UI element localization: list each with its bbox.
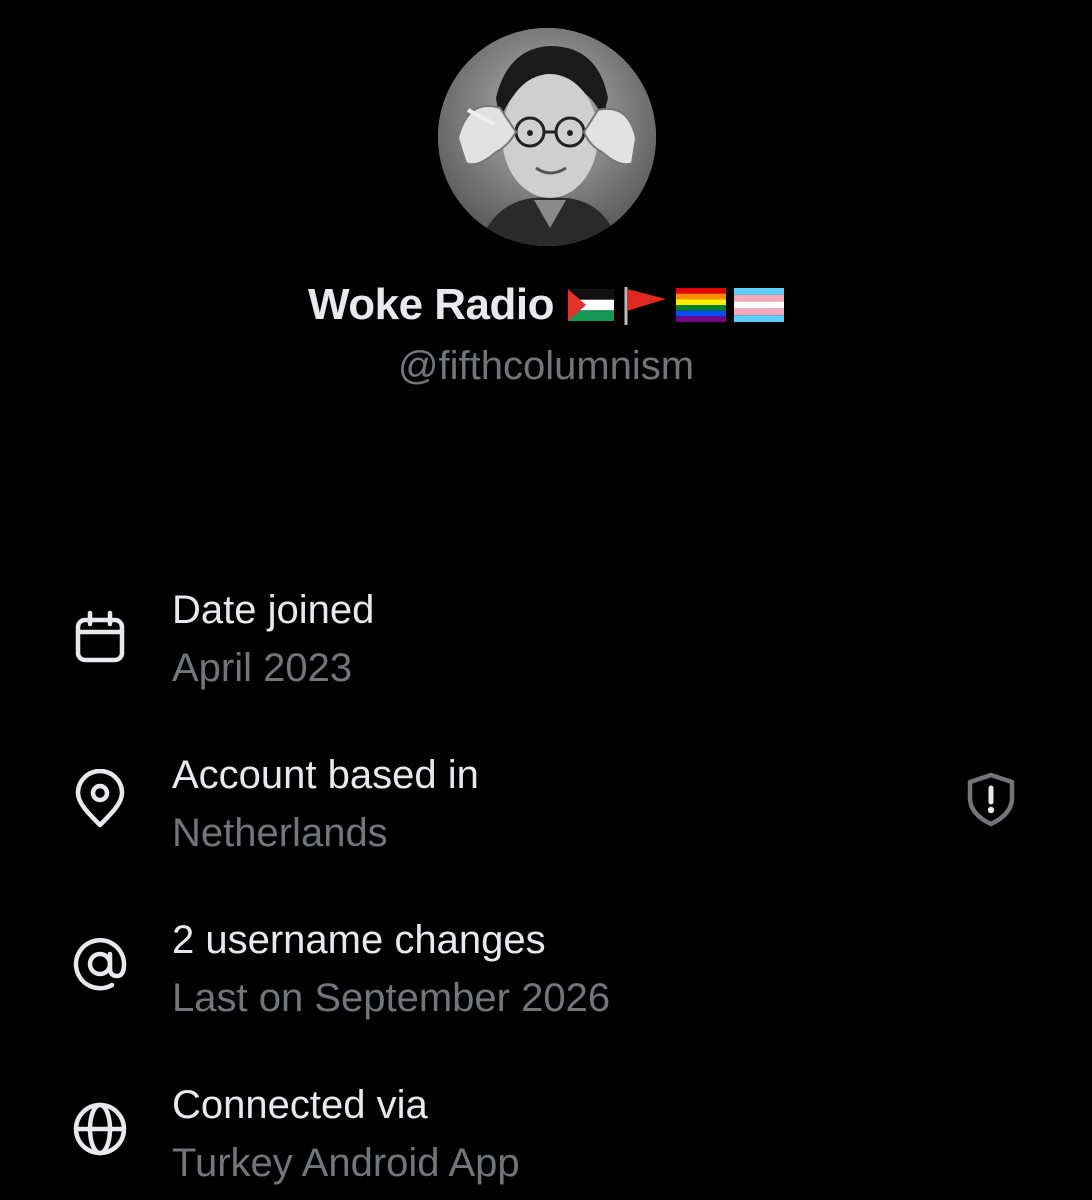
rainbow-flag-icon [676,288,726,322]
flag-emojis [568,285,784,325]
account-based-in-label: Account based in [172,753,479,797]
location-pin-icon [70,769,130,829]
date-joined-value: April 2023 [172,646,353,690]
avatar[interactable] [438,28,656,246]
transgender-flag-icon [734,288,784,322]
username-changes-value: Last on September 2026 [172,976,611,1020]
at-sign-icon [70,934,130,994]
connected-via-value: Turkey Android App [172,1141,520,1185]
account-based-in-row: Account based in Netherlands [0,745,1092,865]
connected-via-row: Connected via Turkey Android App [0,1075,1092,1195]
red-flag-icon [622,285,668,325]
connected-via-label: Connected via [172,1083,428,1127]
account-based-in-value: Netherlands [172,811,388,855]
date-joined-row: Date joined April 2023 [0,580,1092,700]
username-handle: @fifthcolumnism [397,344,695,388]
calendar-icon [70,608,130,668]
display-name: Woke Radio [307,280,555,329]
name-row: Woke Radio [0,280,1092,330]
date-joined-label: Date joined [172,588,375,632]
username-changes-row: 2 username changes Last on September 202… [0,910,1092,1030]
shield-alert-icon[interactable] [962,770,1020,828]
globe-icon [70,1099,130,1159]
palestine-flag-icon [568,289,614,321]
username-changes-label: 2 username changes [172,918,546,962]
